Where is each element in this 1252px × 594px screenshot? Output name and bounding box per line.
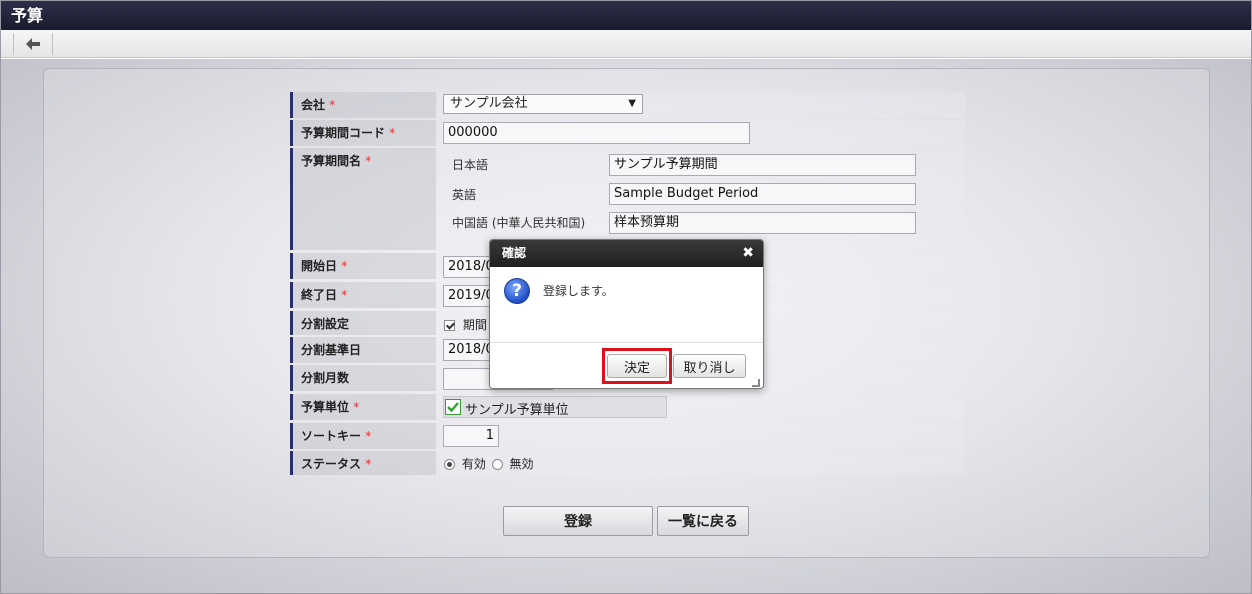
company-label: 会社 xyxy=(301,98,326,112)
required-mark: * xyxy=(341,259,348,273)
budget-unit-chip[interactable]: サンプル予算単位 xyxy=(443,396,667,418)
split-months-label: 分割月数 xyxy=(301,371,350,385)
end-date-label: 終了日 xyxy=(301,288,338,302)
split-setting-option: 期間 xyxy=(462,318,487,332)
dialog-message: 登録します。 xyxy=(543,284,614,298)
row-period-code: 予算期間コード * 000000 xyxy=(290,120,965,146)
status-radio-active[interactable] xyxy=(444,459,455,470)
lang-label-ja: 日本語 xyxy=(452,158,489,172)
lang-label-zh: 中国語 (中華人民共和国) xyxy=(452,216,586,230)
confirm-dialog: 確認 ✖ ? 登録します。 決定 取り消し xyxy=(489,239,764,389)
row-company: 会社 * サンプル会社 ▼ xyxy=(290,92,965,118)
required-mark: * xyxy=(389,126,396,140)
required-mark: * xyxy=(365,154,372,168)
sort-key-input[interactable]: 1 xyxy=(443,425,499,447)
register-button[interactable]: 登録 xyxy=(503,506,653,536)
required-mark: * xyxy=(365,457,372,471)
back-button[interactable] xyxy=(13,33,53,55)
budget-unit-value: サンプル予算単位 xyxy=(465,403,569,418)
arrow-left-icon xyxy=(26,38,40,50)
row-sort-key: ソートキー * 1 xyxy=(290,423,965,449)
row-period-name: 予算期間名 * 日本語 サンプル予算期間 英語 Sample Budget Pe… xyxy=(290,148,965,250)
dialog-title: 確認 xyxy=(502,246,527,260)
back-to-list-button[interactable]: 一覧に戻る xyxy=(657,506,749,536)
dialog-header: 確認 ✖ xyxy=(490,240,763,267)
lang-label-en: 英語 xyxy=(452,188,477,202)
required-mark: * xyxy=(353,400,360,414)
row-budget-unit: 予算単位 * サンプル予算単位 xyxy=(290,394,965,420)
ok-button[interactable]: 決定 xyxy=(607,354,667,378)
period-name-ja-input[interactable]: サンプル予算期間 xyxy=(609,154,916,176)
start-date-label: 開始日 xyxy=(301,259,338,273)
cancel-button[interactable]: 取り消し xyxy=(673,354,746,378)
status-radio-inactive[interactable] xyxy=(491,459,503,470)
sort-key-label: ソートキー xyxy=(301,429,362,443)
period-code-input[interactable]: 000000 xyxy=(443,122,750,144)
toolbar xyxy=(1,30,1251,58)
company-select[interactable]: サンプル会社 ▼ xyxy=(443,94,643,114)
close-icon[interactable]: ✖ xyxy=(742,240,754,267)
split-setting-checkbox[interactable] xyxy=(444,320,455,331)
status-option-inactive: 無効 xyxy=(509,457,534,471)
period-code-label: 予算期間コード xyxy=(301,126,386,140)
budget-unit-label: 予算単位 xyxy=(301,400,350,414)
dropdown-arrow-icon: ▼ xyxy=(628,98,636,109)
period-name-en-input[interactable]: Sample Budget Period xyxy=(609,183,916,205)
checked-box-icon xyxy=(445,399,461,415)
split-base-date-label: 分割基準日 xyxy=(301,343,362,357)
period-name-label: 予算期間名 xyxy=(301,154,362,168)
required-mark: * xyxy=(329,98,336,112)
status-option-active: 有効 xyxy=(461,457,486,471)
page-title: 予算 xyxy=(1,1,1251,30)
row-status: ステータス * 有効 無効 xyxy=(290,451,965,475)
company-value: サンプル会社 xyxy=(450,96,528,111)
question-icon: ? xyxy=(504,278,530,304)
split-setting-label: 分割設定 xyxy=(301,317,350,331)
status-label: ステータス xyxy=(301,457,362,471)
required-mark: * xyxy=(341,288,348,302)
required-mark: * xyxy=(365,429,372,443)
resize-handle-icon[interactable] xyxy=(752,379,760,387)
period-name-zh-input[interactable]: 样本预算期 xyxy=(609,212,916,234)
